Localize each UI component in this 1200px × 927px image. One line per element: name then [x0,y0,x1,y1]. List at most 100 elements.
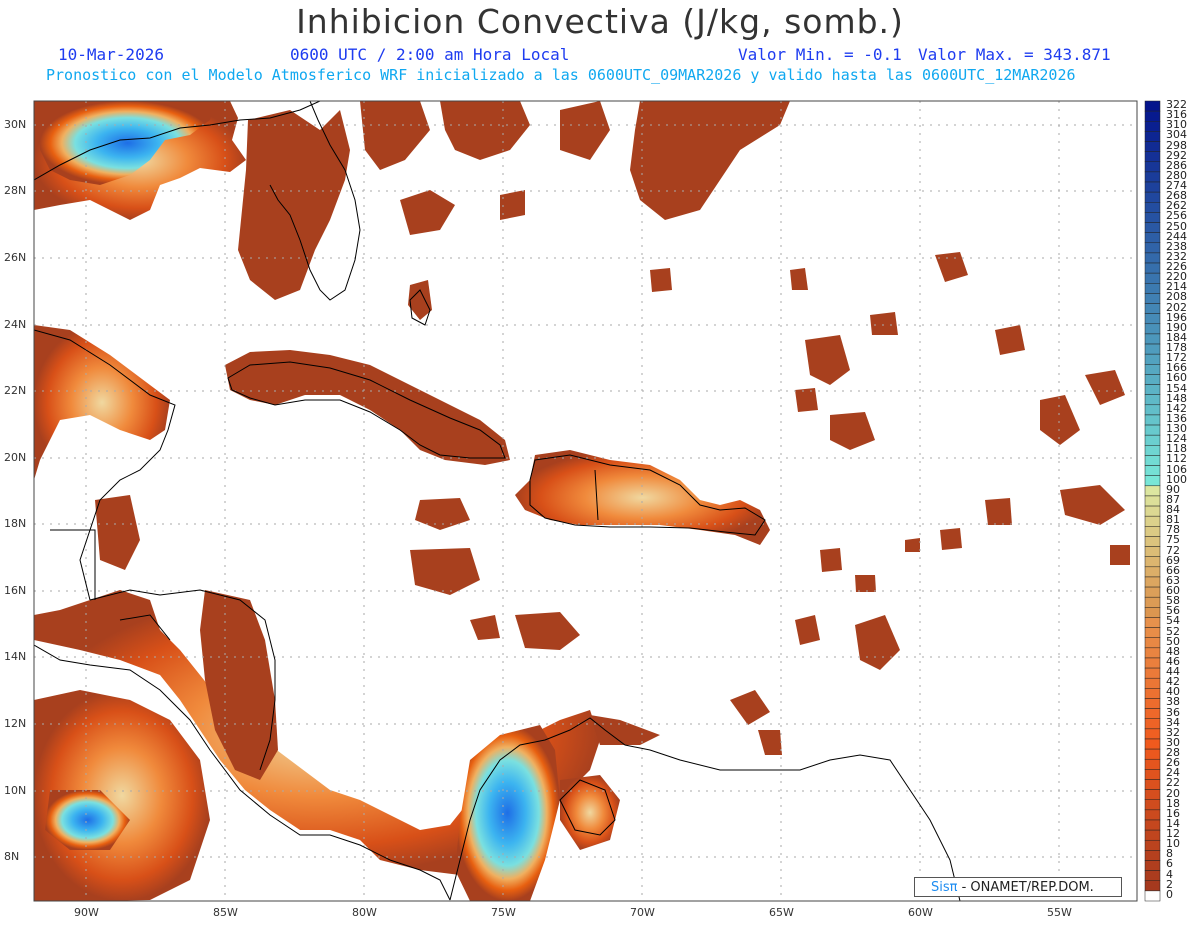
lat-label: 16N [4,584,27,597]
colorbar-swatch [1144,100,1161,112]
colorbar-swatch [1144,404,1161,416]
colorbar-swatch [1144,445,1161,456]
colorbar-swatch [1144,424,1161,436]
colorbar-swatch [1144,880,1161,892]
colorbar-swatch [1144,323,1161,335]
colorbar-swatch [1144,465,1161,476]
colorbar-swatch [1144,738,1161,750]
lon-label: 70W [630,906,655,919]
colorbar-swatch [1144,151,1161,163]
colorbar-swatch [1144,779,1161,790]
colorbar-swatch [1144,748,1161,760]
colorbar-swatch [1144,202,1161,213]
lon-label: 75W [491,906,516,919]
colorbar-swatch [1144,566,1161,578]
colorbar-swatch [1144,222,1161,233]
sis-logo: Sisπ [931,880,958,895]
colorbar-swatch [1144,242,1161,254]
colorbar-swatch [1144,850,1161,861]
colorbar-swatch [1144,819,1161,831]
lat-label: 22N [4,384,27,397]
colorbar-swatch [1144,526,1161,537]
colorbar-swatch [1144,515,1161,527]
colorbar-swatch [1144,688,1161,699]
colorbar-swatch [1144,667,1161,679]
colorbar-swatch [1144,141,1161,152]
colorbar-swatch [1144,414,1161,426]
colorbar-swatch [1144,313,1161,325]
colorbar-swatch [1144,870,1161,881]
colorbar-swatch [1144,769,1161,780]
lat-label: 18N [4,517,27,530]
colorbar-swatch [1144,576,1161,588]
lat-label: 30N [4,118,27,131]
colorbar-swatch [1144,485,1161,497]
colorbar-swatch [1144,232,1161,244]
colorbar-swatch [1144,728,1161,740]
colorbar-swatch [1144,890,1161,902]
lon-label: 60W [908,906,933,919]
lat-label: 20N [4,451,27,464]
lat-label: 8N [4,850,20,863]
colorbar-swatch [1144,586,1161,598]
colorbar-swatch [1144,617,1161,628]
lon-label: 55W [1047,906,1072,919]
colorbar-swatch [1144,434,1161,446]
lat-label: 28N [4,184,27,197]
colorbar-swatch [1144,293,1161,304]
lat-label: 12N [4,717,27,730]
colorbar-swatch [1144,698,1161,709]
colorbar-swatch [1144,252,1161,264]
colorbar-swatch [1144,839,1161,851]
colorbar-swatch [1144,495,1161,507]
colorbar-swatch [1144,353,1161,365]
colorbar-swatch [1144,829,1161,841]
colorbar-swatch [1144,283,1161,294]
colorbar-swatch [1144,596,1161,608]
colorbar-swatch [1144,333,1161,345]
colorbar-swatch [1144,718,1161,730]
colorbar-swatch [1144,394,1161,406]
colorbar-swatch [1144,384,1161,395]
colorbar-swatch [1144,121,1161,132]
colorbar-swatch [1144,212,1161,223]
colorbar-swatch [1144,303,1161,314]
colorbar [1144,100,1161,902]
colorbar-swatch [1144,364,1161,375]
colorbar-swatch [1144,708,1161,719]
colorbar-swatch [1144,677,1161,689]
lon-label: 80W [352,906,377,919]
colorbar-swatch [1144,809,1161,821]
colorbar-swatch [1144,556,1161,568]
lon-label: 90W [74,906,99,919]
colorbar-swatch [1144,161,1161,173]
lat-label: 14N [4,650,27,663]
colorbar-swatch [1144,505,1161,517]
colorbar-swatch [1144,758,1161,770]
colorbar-swatch [1144,789,1161,800]
credit-box: Sisπ - ONAMET/REP.DOM. [914,877,1122,897]
colorbar-swatch [1144,657,1161,669]
colorbar-swatch [1144,647,1161,659]
lat-label: 24N [4,318,27,331]
colorbar-swatch [1144,110,1161,122]
colorbar-swatch [1144,191,1161,203]
cin-map [33,100,1161,902]
colorbar-swatch [1144,637,1161,649]
colorbar-swatch [1144,860,1161,871]
colorbar-swatch [1144,455,1161,466]
colorbar-swatch [1144,799,1161,811]
colorbar-swatch [1144,607,1161,618]
lat-label: 26N [4,251,27,264]
colorbar-swatch [1144,171,1161,183]
colorbar-swatch [1144,262,1161,274]
credit-text: - ONAMET/REP.DOM. [957,880,1094,895]
colorbar-swatch [1144,475,1161,487]
lat-label: 10N [4,784,27,797]
colorbar-swatch [1144,181,1161,193]
colorbar-swatch [1144,343,1161,355]
lon-label: 85W [213,906,238,919]
colorbar-swatch [1144,272,1161,284]
colorbar-swatch [1144,131,1161,142]
lon-label: 65W [769,906,794,919]
